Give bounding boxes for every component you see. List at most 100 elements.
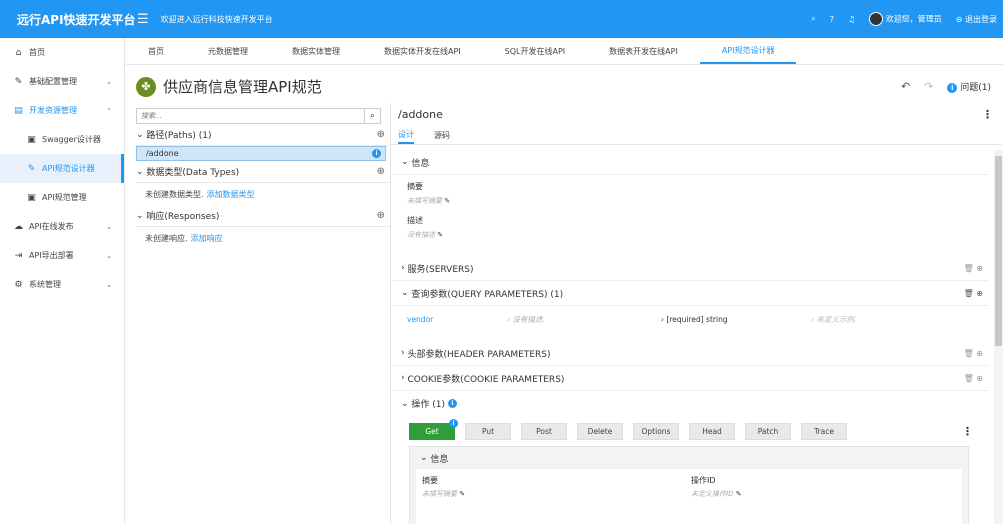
op-head-button[interactable]: Head — [689, 422, 735, 440]
user-menu[interactable]: 欢迎您，管理员 — [869, 12, 942, 26]
op-put-button[interactable]: Put — [465, 422, 511, 440]
op-summary-value[interactable]: 未填写摘要 ✎ — [422, 489, 465, 499]
add-type-icon[interactable]: ⊕ — [377, 166, 385, 177]
path-title-bar: /addone ⋮ — [391, 103, 1003, 125]
tab-entity-api[interactable]: 数据实体开发在线API — [362, 38, 483, 64]
op-patch-button[interactable]: Patch — [745, 422, 791, 440]
edit-icon: ✎ — [27, 163, 36, 174]
pencil-icon[interactable]: ✎ — [444, 197, 450, 205]
bell-icon[interactable]: ♫ — [848, 15, 855, 24]
paths-section-header[interactable]: ⌄ 路径(Paths) (1) ⊕ — [136, 124, 391, 146]
query-section-header[interactable]: ⌄ 查询参数(QUERY PARAMETERS) (1) 🗑 ⊕ — [391, 281, 989, 306]
sidebar-item-system[interactable]: ⚙ 系统管理 ⌄ — [0, 270, 124, 299]
op-post-button[interactable]: Post — [521, 422, 567, 440]
tab-api-designer[interactable]: API规范设计器 — [699, 38, 797, 64]
add-path-icon[interactable]: ⊕ — [377, 129, 385, 140]
section-actions[interactable]: 🗑 ⊕ — [964, 289, 983, 298]
scrollbar[interactable] — [994, 150, 1003, 524]
header-section-header[interactable]: › 头部参数(HEADER PARAMETERS) 🗑 ⊕ — [391, 341, 989, 366]
tab-metadata[interactable]: 元数据管理 — [186, 38, 270, 64]
sidebar-item-label: API在线发布 — [29, 222, 74, 231]
tab-table-api[interactable]: 数据表开发在线API — [587, 38, 700, 64]
responses-empty: 未创建响应. 添加响应 — [136, 227, 391, 249]
servers-title: 服务(SERVERS) — [407, 264, 474, 275]
undo-icon[interactable]: ↶ — [901, 80, 910, 93]
issues-button[interactable]: i 问题(1) — [947, 80, 991, 93]
tab-source[interactable]: 源码 — [434, 126, 450, 144]
op-get-button[interactable]: Get i — [409, 418, 458, 440]
responses-section-header[interactable]: ⌄ 响应(Responses) ⊕ — [136, 205, 391, 227]
sidebar-item-api-publish[interactable]: ☁ API在线发布 ⌄ — [0, 212, 124, 241]
section-actions[interactable]: 🗑 ⊕ — [964, 349, 983, 358]
sidebar-item-label: API规范设计器 — [42, 164, 95, 173]
sidebar-item-api-export[interactable]: ⇥ API导出部署 ⌄ — [0, 241, 124, 270]
search-icon[interactable]: ⌕ — [364, 109, 380, 123]
header-title: 头部参数(HEADER PARAMETERS) — [407, 349, 551, 360]
op-options-button[interactable]: Options — [633, 422, 679, 440]
add-type-link[interactable]: 添加数据类型 — [207, 189, 255, 200]
section-actions[interactable]: 🗑 ⊕ — [964, 264, 983, 273]
more-icon[interactable]: ⋮ — [982, 108, 993, 121]
main-content: ✤ 供应商信息管理API规范 ↶ ↷ i 问题(1) ⌕ ⌄ 路径(Paths)… — [126, 66, 1003, 524]
sidebar-item-label: Swagger设计器 — [42, 135, 101, 144]
ops-section-header[interactable]: ⌄ 操作 (1) i — [391, 391, 989, 416]
op-info-card: 摘要 未填写摘要 ✎ 操作ID 未定义操作ID ✎ — [416, 469, 962, 524]
chevron-down-icon: ⌄ — [106, 280, 112, 289]
chevron-down-icon: ⌄ — [401, 157, 409, 167]
param-name[interactable]: vendor — [407, 315, 433, 324]
api-logo-icon: ✤ — [136, 76, 156, 97]
search-box: ⌕ — [136, 108, 381, 124]
cloud-icon: ☁ — [14, 221, 23, 232]
page-header: ✤ 供应商信息管理API规范 — [136, 76, 322, 97]
operation-panel: ⌄ 信息 摘要 未填写摘要 ✎ 操作ID 未定义操作ID ✎ — [409, 446, 969, 524]
tab-design[interactable]: 设计 — [398, 126, 414, 144]
param-type: › [required] string — [661, 314, 728, 324]
chevron-right-icon: › — [401, 263, 405, 273]
servers-section-header[interactable]: › 服务(SERVERS) 🗑 ⊕ — [391, 256, 989, 281]
design-tabs: 设计 源码 — [391, 125, 1003, 145]
more-icon[interactable]: ⋮ — [962, 425, 973, 438]
cookie-section-header[interactable]: › COOKIE参数(COOKIE PARAMETERS) 🗑 ⊕ — [391, 366, 989, 391]
tab-entity[interactable]: 数据实体管理 — [270, 38, 362, 64]
search-input[interactable] — [137, 109, 362, 123]
summary-value[interactable]: 未填写摘要 ✎ — [391, 196, 989, 206]
op-trace-button[interactable]: Trace — [801, 422, 847, 440]
path-item[interactable]: /addone i — [136, 146, 386, 161]
add-response-link[interactable]: 添加响应 — [191, 233, 223, 244]
sidebar-item-home[interactable]: ⌂ 首页 — [0, 38, 124, 67]
logout-label: 退出登录 — [965, 14, 997, 24]
query-param-row[interactable]: vendor › 没有描述. › [required] string › 未定义… — [391, 306, 989, 332]
sidebar-item-api-designer[interactable]: ✎ API规范设计器 — [0, 154, 124, 183]
sidebar-item-label: 首页 — [29, 48, 45, 57]
sidebar-item-basic-config[interactable]: ✎ 基础配置管理 ⌄ — [0, 67, 124, 96]
logout-button[interactable]: ⊖ 退出登录 — [956, 14, 997, 25]
sidebar-item-dev-resources[interactable]: ▤ 开发资源管理 ⌃ — [0, 96, 124, 125]
tab-home[interactable]: 首页 — [126, 38, 186, 64]
tab-sql-api[interactable]: SQL开发在线API — [483, 38, 588, 64]
help-icon[interactable]: ? — [830, 15, 834, 24]
add-response-icon[interactable]: ⊕ — [377, 210, 385, 221]
pencil-icon[interactable]: ✎ — [736, 490, 742, 498]
description-value[interactable]: 没有描述 ✎ — [391, 230, 989, 240]
scrollbar-thumb[interactable] — [995, 156, 1002, 346]
sidebar-item-api-manage[interactable]: ▣ API规范管理 — [0, 183, 124, 212]
menu-toggle-icon[interactable]: ☰ — [137, 12, 149, 27]
info-section-header[interactable]: ⌄ 信息 — [391, 150, 989, 175]
op-info-header[interactable]: ⌄ 信息 — [410, 447, 968, 469]
types-section-header[interactable]: ⌄ 数据类型(Data Types) ⊕ — [136, 161, 391, 183]
page-title: 供应商信息管理API规范 — [163, 78, 322, 96]
pencil-icon[interactable]: ✎ — [437, 231, 443, 239]
section-actions[interactable]: 🗑 ⊕ — [964, 374, 983, 383]
sidebar-item-label: 开发资源管理 — [29, 106, 77, 115]
op-label: Get — [425, 426, 439, 436]
param-description: › 没有描述. — [507, 314, 545, 324]
op-id-value[interactable]: 未定义操作ID ✎ — [691, 489, 742, 499]
op-delete-button[interactable]: Delete — [577, 422, 623, 440]
pencil-icon[interactable]: ✎ — [459, 490, 465, 498]
redo-icon[interactable]: ↷ — [924, 80, 933, 93]
design-scroll-area: ⌄ 信息 摘要 未填写摘要 ✎ 描述 没有描述 ✎ › 服务(SERVERS) 🗑… — [391, 150, 989, 524]
sidebar-item-swagger[interactable]: ▣ Swagger设计器 — [0, 125, 124, 154]
search-icon[interactable]: ⌕ — [811, 14, 815, 24]
export-icon: ⇥ — [14, 250, 23, 261]
header-actions: ↶ ↷ i 问题(1) — [901, 80, 991, 93]
